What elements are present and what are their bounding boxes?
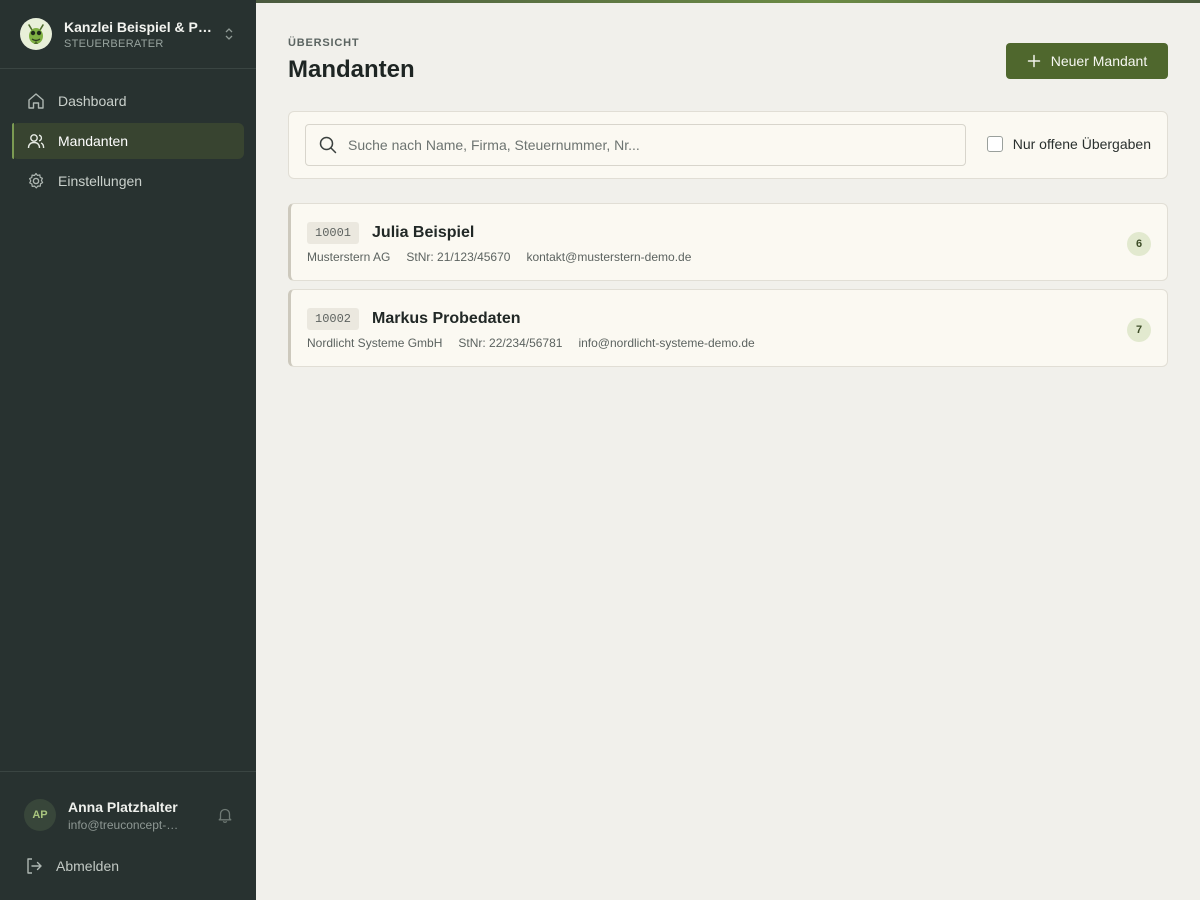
sidebar-item-label: Einstellungen <box>58 173 143 189</box>
search-panel: Nur offene Übergaben <box>288 111 1168 179</box>
logout-button[interactable]: Abmelden <box>24 856 119 876</box>
top-accent-bar <box>256 0 1200 3</box>
client-email: kontakt@musterstern-demo.de <box>526 250 692 264</box>
client-number: 10002 <box>307 308 360 330</box>
sidebar-item-label: Mandanten <box>58 133 129 149</box>
client-company: Nordlicht Systeme GmbH <box>307 336 443 350</box>
sidebar-item-label: Dashboard <box>58 93 127 109</box>
workspace-switcher[interactable]: Kanzlei Beispiel & Partner STEUERBERATER <box>0 0 256 69</box>
client-number: 10001 <box>307 222 360 244</box>
brand-logo <box>20 18 52 50</box>
user-panel: AP Anna Platzhalter info@treuconcept-… A… <box>0 771 256 900</box>
client-name: Julia Beispiel <box>372 224 475 241</box>
open-handovers-label: Nur offene Übergaben <box>1012 136 1151 152</box>
sidebar-item-dashboard[interactable]: Dashboard <box>12 83 244 119</box>
sidebar: Kanzlei Beispiel & Partner STEUERBERATER… <box>0 0 256 900</box>
workspace-name: Kanzlei Beispiel & Partner <box>64 19 218 35</box>
sidebar-nav: Dashboard Mandanten Einstellungen <box>0 69 256 199</box>
page-title: Mandanten <box>288 56 415 83</box>
open-handovers-checkbox[interactable] <box>986 136 1003 152</box>
users-icon <box>26 131 46 151</box>
new-client-label: Neuer Mandant <box>1050 53 1148 69</box>
avatar[interactable]: AP <box>24 799 56 831</box>
workspace-role: STEUERBERATER <box>64 38 164 50</box>
search-input[interactable] <box>348 137 938 153</box>
search-icon <box>318 135 338 155</box>
client-list: 10001 Julia Beispiel Musterstern AG StNr… <box>288 203 1168 375</box>
logout-label: Abmelden <box>56 858 120 874</box>
open-handovers-filter[interactable]: Nur offene Übergaben <box>986 136 1151 152</box>
client-name: Markus Probedaten <box>372 310 521 327</box>
logout-icon <box>24 856 44 876</box>
client-company: Musterstern AG <box>307 250 391 264</box>
client-tax-number: StNr: 22/234/56781 <box>458 336 563 350</box>
client-email: info@nordlicht-systeme-demo.de <box>578 336 755 350</box>
client-tax-number: StNr: 21/123/45670 <box>406 250 511 264</box>
plus-icon <box>1027 54 1041 68</box>
search-box[interactable] <box>305 124 966 166</box>
new-client-button[interactable]: Neuer Mandant <box>1006 43 1168 79</box>
bell-icon[interactable] <box>216 806 234 829</box>
sidebar-item-mandanten[interactable]: Mandanten <box>12 123 244 159</box>
count-badge: 7 <box>1127 318 1151 342</box>
client-card[interactable]: 10002 Markus Probedaten Nordlicht System… <box>288 289 1168 367</box>
count-badge: 6 <box>1127 232 1151 256</box>
sidebar-item-einstellungen[interactable]: Einstellungen <box>12 163 244 199</box>
page-overline: ÜBERSICHT <box>288 37 360 49</box>
user-email: info@treuconcept-… <box>68 818 179 832</box>
user-name: Anna Platzhalter <box>68 799 178 815</box>
home-icon <box>26 91 46 111</box>
client-card[interactable]: 10001 Julia Beispiel Musterstern AG StNr… <box>288 203 1168 281</box>
gear-icon <box>26 171 46 191</box>
chevron-up-down-icon[interactable] <box>224 26 234 47</box>
